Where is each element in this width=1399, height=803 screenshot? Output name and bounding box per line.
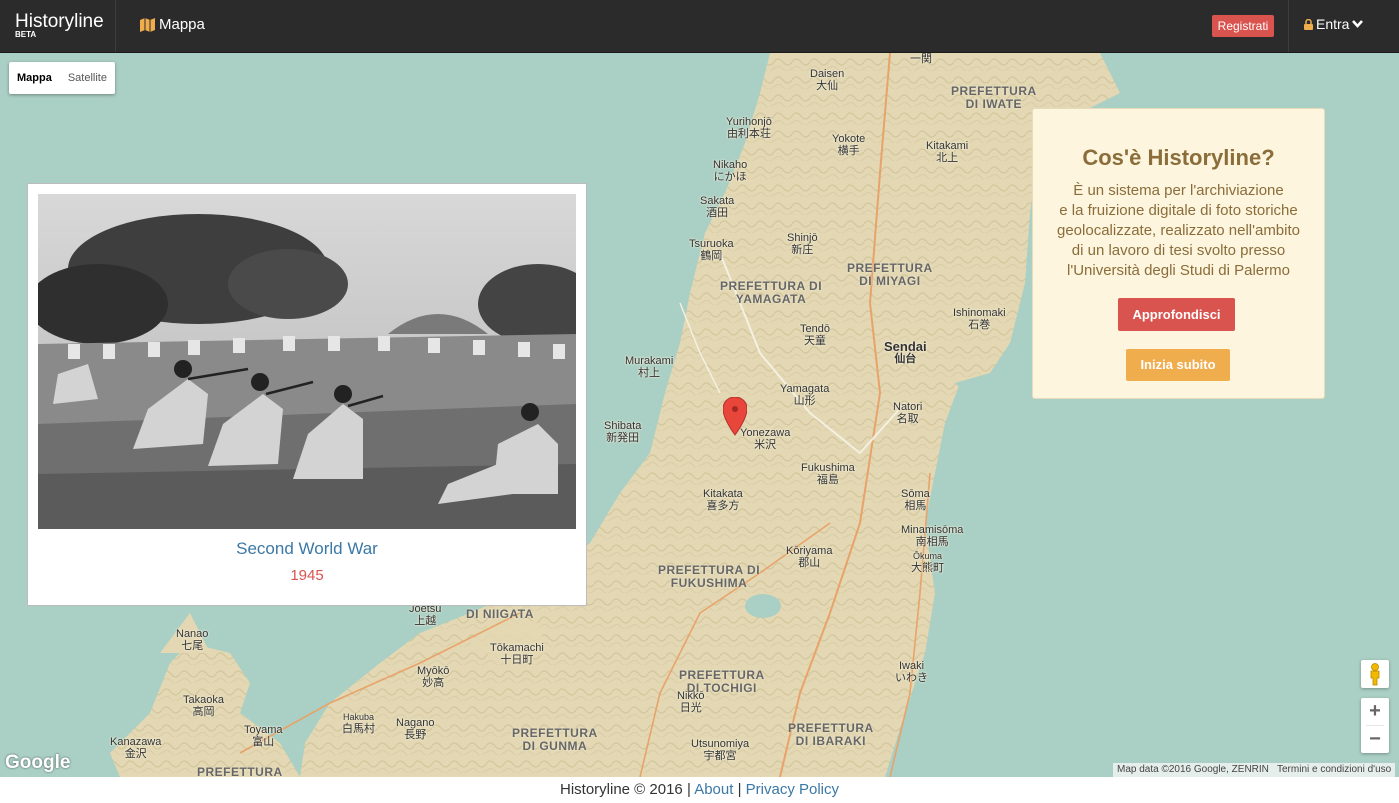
map-label-kanazawa: Kanazawa 金沢: [110, 736, 162, 760]
map-label-kitakami: Kitakami 北上: [926, 140, 969, 164]
map-label-tendo: Tendō 天童: [800, 323, 830, 347]
map-icon: [140, 17, 155, 32]
pref-label-gunma: PREFETTURA DI GUNMA: [512, 726, 598, 753]
zoom-in-button[interactable]: +: [1361, 698, 1389, 725]
map-label-hakuba: Hakuba 白馬村: [342, 712, 375, 735]
photo-title[interactable]: Second World War: [28, 539, 586, 559]
info-description: È un sistema per l'archiviazione e la fr…: [1033, 181, 1324, 281]
map-label-joetsu: Joetsu 上越: [409, 603, 442, 627]
info-panel: Cos'è Historyline? È un sistema per l'ar…: [1032, 108, 1325, 399]
terms-link[interactable]: Termini e condizioni d'uso: [1273, 763, 1396, 777]
footer-copyright: Historyline © 2016: [559, 781, 683, 798]
map-label-minamisoma: Minamisōma 南相馬: [901, 524, 964, 548]
map-label-ishinomaki: Ishinomaki 石巻: [953, 307, 1006, 331]
map-label-takaoka: Takaoka 高岡: [183, 694, 224, 718]
photo-year: 1945: [290, 567, 324, 584]
brand-logo[interactable]: Historyline BETA: [15, 12, 104, 39]
login-label[interactable]: Entra: [1316, 16, 1349, 32]
photo-card[interactable]: Second World War 1945: [27, 183, 587, 606]
info-line: È un sistema per l'archiviazione: [1073, 182, 1284, 199]
login-dropdown[interactable]: Entra: [1304, 16, 1364, 32]
nav-map-link[interactable]: Mappa: [140, 16, 205, 33]
lock-icon: [1304, 18, 1313, 30]
map-label-murakami: Murakami 村上: [625, 355, 674, 379]
learn-more-button[interactable]: Approfondisci: [1118, 298, 1235, 331]
start-now-button[interactable]: Inizia subito: [1126, 349, 1230, 381]
map-label-toyama: Toyama 富山: [244, 724, 283, 748]
map-label-sendai: Sendai 仙台: [884, 339, 927, 365]
photo-image: [38, 194, 576, 529]
map-label-yurihonjo: Yurihonjō 由利本荘: [726, 116, 772, 140]
chevron-down-icon: [1352, 20, 1364, 28]
map-label-sakata: Sakata 酒田: [700, 195, 735, 219]
map-label-yamagata: Yamagata 山形: [780, 383, 830, 407]
map-type-satellite-button[interactable]: Satellite: [60, 62, 115, 94]
map-label-fukushima: Fukushima 福島: [801, 462, 855, 486]
pref-label-fukushima: PREFETTURA DI FUKUSHIMA: [658, 563, 761, 590]
footer-separator: |: [737, 781, 746, 798]
map-label-kitakata: Kitakata 喜多方: [703, 488, 743, 512]
map-label-utsunomiya: Utsunomiya 宇都宮: [691, 738, 750, 762]
nav-divider: [115, 0, 116, 52]
map-label-yonezawa: Yonezawa 米沢: [740, 427, 791, 451]
zoom-control: + −: [1361, 698, 1389, 753]
register-button[interactable]: Registrati: [1212, 15, 1274, 37]
footer-privacy-link[interactable]: Privacy Policy: [746, 781, 839, 798]
street-view-pegman[interactable]: [1361, 660, 1389, 688]
nav-divider: [1288, 0, 1289, 52]
pref-label-miyagi: PREFETTURA DI MIYAGI: [847, 261, 933, 288]
map-label-nikaho: Nikaho にかほ: [713, 159, 748, 183]
map-label-iwaki: Iwaki いわき: [895, 660, 928, 684]
footer-about-link[interactable]: About: [694, 781, 733, 798]
map-label-tsuruoka: Tsuruoka 鶴岡: [689, 238, 734, 262]
navbar: Historyline BETA Mappa Registrati Entra: [0, 0, 1399, 53]
map-label-shibata: Shibata 新発田: [604, 420, 642, 444]
map-label-daisen: Daisen 大仙: [810, 68, 845, 92]
map-label-koriyama: Kōriyama 郡山: [786, 545, 833, 569]
pref-label-bottom: PREFETTURA: [197, 765, 283, 778]
google-logo[interactable]: Google: [5, 752, 70, 774]
historical-photo[interactable]: [38, 194, 576, 529]
brand-title[interactable]: Historyline: [15, 12, 104, 32]
info-title: Cos'è Historyline?: [1082, 145, 1275, 170]
map-label-nanao: Nanao 七尾: [176, 628, 209, 652]
map-label-yokote: Yokote 横手: [832, 133, 866, 157]
pref-label-yamagata: PREFETTURA DI YAMAGATA: [720, 279, 823, 306]
map-label-okuma: Ōkuma 大熊町: [911, 551, 944, 574]
brand-beta-badge: BETA: [15, 30, 37, 39]
pref-label-niigata: DI NIIGATA: [466, 607, 534, 621]
zoom-out-button[interactable]: −: [1361, 726, 1389, 753]
pref-label-ibaraki: PREFETTURA DI IBARAKI: [788, 721, 874, 748]
info-line: l'Università degli Studi di Palermo: [1067, 262, 1290, 279]
pegman-icon: [1370, 663, 1380, 686]
info-line: e la fruizione digitale di foto storiche: [1059, 202, 1298, 219]
footer: Historyline © 2016 | About | Privacy Pol…: [0, 777, 1399, 803]
map-label-ichinoseki: 一関: [910, 53, 932, 65]
pref-label-iwate: PREFETTURA DI IWATE: [951, 84, 1037, 111]
map-type-control: Mappa Satellite: [9, 62, 115, 94]
map-label-shinjo: Shinjō 新庄: [787, 232, 818, 256]
map-label-nagano: Nagano 長野: [396, 717, 435, 741]
info-line: geolocalizzate, realizzato nell'ambito: [1057, 222, 1300, 239]
map-label-myoko: Myōkō 妙高: [417, 665, 450, 689]
pref-label-tochigi: PREFETTURA DI TOCHIGI: [679, 668, 765, 695]
map-marker-icon[interactable]: [723, 397, 747, 437]
map-type-map-button[interactable]: Mappa: [9, 62, 60, 94]
map-attribution: Map data ©2016 Google, ZENRIN: [1113, 763, 1273, 777]
map-label-natori: Natori 名取: [893, 401, 923, 425]
map-label-soma: Sōma 相馬: [901, 488, 930, 512]
map-label-tokamachi: Tōkamachi 十日町: [490, 642, 544, 666]
info-line: di un lavoro di tesi svolto presso: [1071, 242, 1286, 259]
nav-map-label[interactable]: Mappa: [159, 16, 205, 33]
